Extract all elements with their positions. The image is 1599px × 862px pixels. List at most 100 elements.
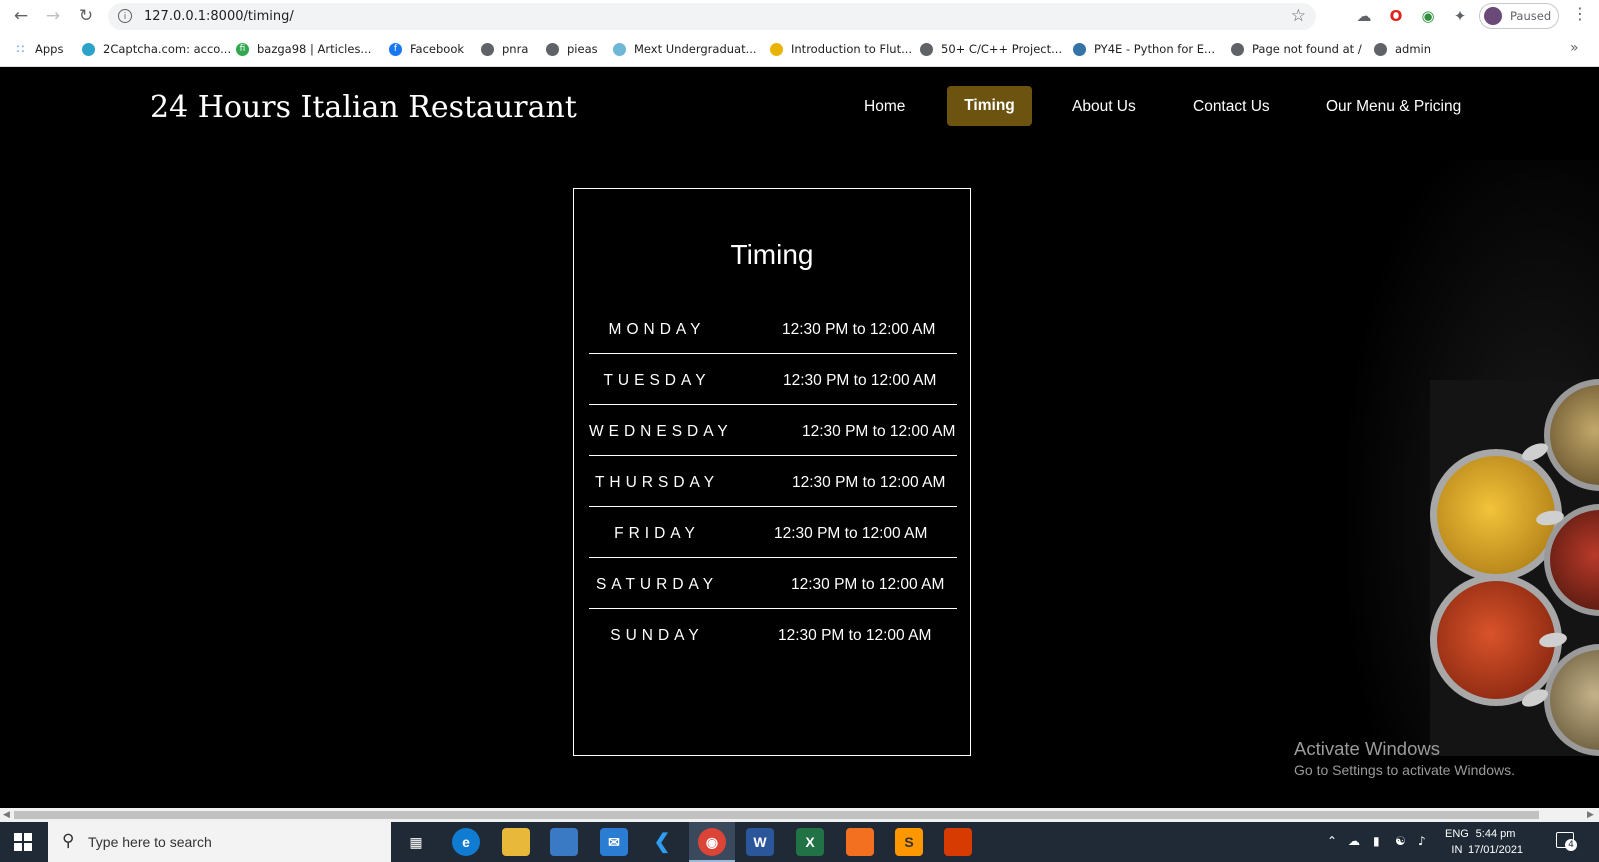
- extensions-puzzle-icon[interactable]: ✦: [1450, 6, 1470, 26]
- schedule-hours: 12:30 PM to 12:00 AM: [791, 576, 945, 593]
- volume-icon[interactable]: ♪: [1418, 834, 1426, 848]
- bookmark-2captcha[interactable]: 2Captcha.com: acco...: [82, 40, 231, 58]
- bookmark-label: Mext Undergraduat...: [634, 42, 757, 56]
- browser-chrome: ← → ↻ i 127.0.0.1:8000/timing/ ☆ ☁ O ◉ ✦…: [0, 0, 1599, 67]
- back-arrow-icon[interactable]: ←: [10, 5, 32, 27]
- watermark-subtitle: Go to Settings to activate Windows.: [1294, 762, 1515, 778]
- bookmark-cpp-projects[interactable]: 50+ C/C++ Project...: [920, 40, 1062, 58]
- bookmarks-bar: ∷ Apps 2Captcha.com: acco... fi bazga98 …: [0, 36, 1599, 62]
- schedule-day: THURSDAY: [594, 474, 720, 491]
- bookmark-pnra[interactable]: pnra: [481, 40, 528, 58]
- bookmark-flutter[interactable]: Introduction to Flut...: [770, 40, 912, 58]
- file-explorer-icon[interactable]: [502, 828, 530, 856]
- language-indicator[interactable]: ENG IN: [1445, 826, 1469, 858]
- activate-windows-watermark: Activate Windows Go to Settings to activ…: [1294, 738, 1515, 778]
- bookmark-mext[interactable]: Mext Undergraduat...: [613, 40, 757, 58]
- bookmark-label: PY4E - Python for E...: [1094, 42, 1215, 56]
- nav-timing[interactable]: Timing: [947, 86, 1032, 126]
- excel-icon[interactable]: X: [796, 828, 824, 856]
- row-divider: [589, 506, 957, 507]
- windows-start-icon[interactable]: [14, 833, 32, 851]
- address-url[interactable]: 127.0.0.1:8000/timing/: [144, 9, 294, 24]
- schedule-hours: 12:30 PM to 12:00 AM: [792, 474, 946, 491]
- schedule-day: FRIDAY: [614, 525, 700, 542]
- network-icon[interactable]: ☯: [1395, 834, 1406, 848]
- nav-menu-pricing[interactable]: Our Menu & Pricing: [1326, 98, 1461, 116]
- system-clock[interactable]: 5:44 pm 17/01/2021: [1468, 826, 1523, 858]
- profile-button[interactable]: Paused: [1479, 3, 1559, 29]
- schedule-row: MONDAY 12:30 PM to 12:00 AM: [589, 320, 957, 370]
- sublime-icon[interactable]: S: [895, 828, 923, 856]
- forward-arrow-icon[interactable]: →: [42, 5, 64, 27]
- python-favicon-icon: [1073, 42, 1086, 56]
- mext-favicon-icon: [613, 42, 626, 56]
- onedrive-cloud-icon[interactable]: ☁: [1348, 834, 1360, 848]
- bookmark-py4e[interactable]: PY4E - Python for E...: [1073, 40, 1215, 58]
- nav-about-us[interactable]: About Us: [1072, 98, 1136, 116]
- bookmark-label: Page not found at /: [1252, 42, 1362, 56]
- bookmark-facebook[interactable]: f Facebook: [389, 40, 464, 58]
- flutter-favicon-icon: [770, 42, 783, 56]
- windows-taskbar: ⚲ Type here to search ▦ e ✉ ❮ ◉ W X S ⌃ …: [0, 822, 1599, 862]
- schedule-row: SATURDAY 12:30 PM to 12:00 AM: [589, 575, 957, 625]
- schedule-hours: 12:30 PM to 12:00 AM: [802, 423, 956, 440]
- scrollbar-thumb[interactable]: [14, 811, 1539, 819]
- chevron-up-icon[interactable]: ⌃: [1327, 834, 1337, 848]
- scroll-right-icon[interactable]: ▶: [1587, 808, 1594, 822]
- bookmark-admin[interactable]: admin: [1374, 40, 1431, 58]
- search-placeholder[interactable]: Type here to search: [88, 834, 212, 850]
- region-code: IN: [1451, 844, 1463, 856]
- nav-contact-us[interactable]: Contact Us: [1193, 98, 1270, 116]
- bookmark-page-not-found[interactable]: Page not found at /: [1231, 40, 1362, 58]
- watermark-title: Activate Windows: [1294, 738, 1440, 759]
- row-divider: [589, 608, 957, 609]
- browser-menu-icon[interactable]: ⋮: [1572, 4, 1588, 23]
- reload-icon[interactable]: ↻: [75, 5, 97, 27]
- chrome-icon[interactable]: ◉: [698, 828, 726, 856]
- bookmarks-overflow-icon[interactable]: »: [1570, 40, 1579, 56]
- schedule-day: SATURDAY: [595, 576, 719, 593]
- clock-time: 5:44 pm: [1475, 828, 1516, 840]
- mail-icon[interactable]: ✉: [600, 828, 628, 856]
- globe-icon: [1231, 42, 1244, 56]
- vscode-icon[interactable]: ❮: [648, 828, 676, 856]
- globe-icon: [481, 42, 494, 56]
- fiverr-favicon-icon: fi: [236, 42, 249, 56]
- extension-cloud-icon[interactable]: ☁: [1354, 6, 1374, 26]
- schedule-row: FRIDAY 12:30 PM to 12:00 AM: [589, 524, 957, 574]
- spices-decorative-image: [1310, 160, 1599, 756]
- profile-status: Paused: [1510, 9, 1552, 23]
- horizontal-scrollbar[interactable]: ◀ ▶: [0, 808, 1599, 822]
- schedule-hours: 12:30 PM to 12:00 AM: [782, 321, 936, 338]
- row-divider: [589, 455, 957, 456]
- lang-code: ENG: [1445, 828, 1469, 840]
- bookmark-star-icon[interactable]: ☆: [1291, 6, 1306, 26]
- bookmark-pieas[interactable]: pieas: [546, 40, 598, 58]
- clock-date: 17/01/2021: [1468, 844, 1524, 856]
- row-divider: [589, 404, 957, 405]
- edge-icon[interactable]: e: [452, 828, 480, 856]
- ucbrowser-icon[interactable]: [846, 828, 874, 856]
- schedule-day: SUNDAY: [610, 627, 704, 644]
- nav-home[interactable]: Home: [864, 98, 905, 116]
- address-bar[interactable]: i 127.0.0.1:8000/timing/ ☆: [108, 3, 1316, 30]
- opera-extension-icon[interactable]: O: [1386, 6, 1406, 26]
- task-view-icon[interactable]: ▦: [402, 828, 430, 856]
- row-divider: [589, 353, 957, 354]
- notifications-icon[interactable]: 4: [1556, 832, 1577, 851]
- scroll-left-icon[interactable]: ◀: [3, 808, 10, 822]
- site-title[interactable]: 24 Hours Italian Restaurant: [150, 90, 577, 125]
- bookmark-label: pnra: [502, 42, 529, 56]
- bookmark-bazga98[interactable]: fi bazga98 | Articles...: [236, 40, 371, 58]
- apps-grid-icon: ∷: [16, 41, 25, 56]
- word-icon[interactable]: W: [746, 828, 774, 856]
- extension-globe-icon[interactable]: ◉: [1418, 6, 1438, 26]
- bookmark-apps[interactable]: ∷ Apps: [14, 40, 64, 58]
- app-grid-icon[interactable]: [944, 828, 972, 856]
- battery-icon[interactable]: ▮: [1373, 834, 1380, 848]
- store-icon[interactable]: [550, 828, 578, 856]
- timing-heading: Timing: [730, 239, 814, 270]
- schedule-row: SUNDAY 12:30 PM to 12:00 AM: [589, 626, 957, 676]
- site-info-icon[interactable]: i: [118, 9, 132, 23]
- taskbar-search[interactable]: ⚲ Type here to search: [48, 822, 391, 862]
